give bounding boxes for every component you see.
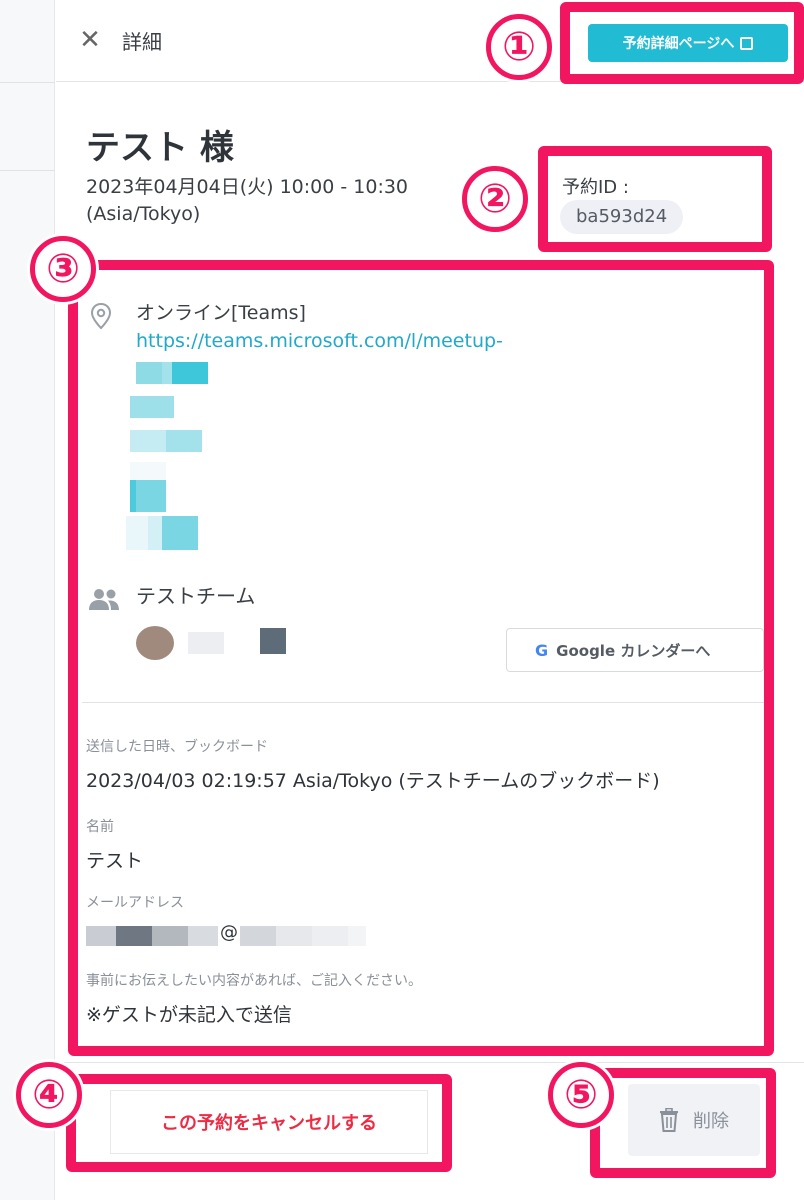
annotation-number-5: ⑤: [548, 1062, 614, 1128]
booking-timezone: (Asia/Tokyo): [86, 203, 201, 225]
panel-title: 詳細: [122, 30, 162, 54]
background-divider: [0, 170, 55, 171]
close-icon[interactable]: ✕: [76, 26, 104, 54]
background-divider: [0, 82, 55, 83]
booking-datetime: 2023年04月04日(火) 10:00 - 10:30: [86, 176, 409, 198]
annotation-box-4: [66, 1074, 452, 1172]
annotation-number-3: ③: [30, 236, 96, 302]
guest-name: テスト 様: [86, 128, 234, 168]
annotation-number-2: ②: [462, 166, 528, 232]
annotation-number-1: ①: [486, 14, 552, 80]
footer-divider: [56, 1062, 804, 1063]
annotation-number-4: ④: [16, 1062, 82, 1128]
annotation-box-2: [538, 146, 772, 252]
annotation-box-5: [590, 1068, 776, 1178]
annotation-box-3: [68, 260, 774, 1056]
annotation-box-1: [560, 2, 804, 84]
background-panel: [0, 0, 55, 1200]
